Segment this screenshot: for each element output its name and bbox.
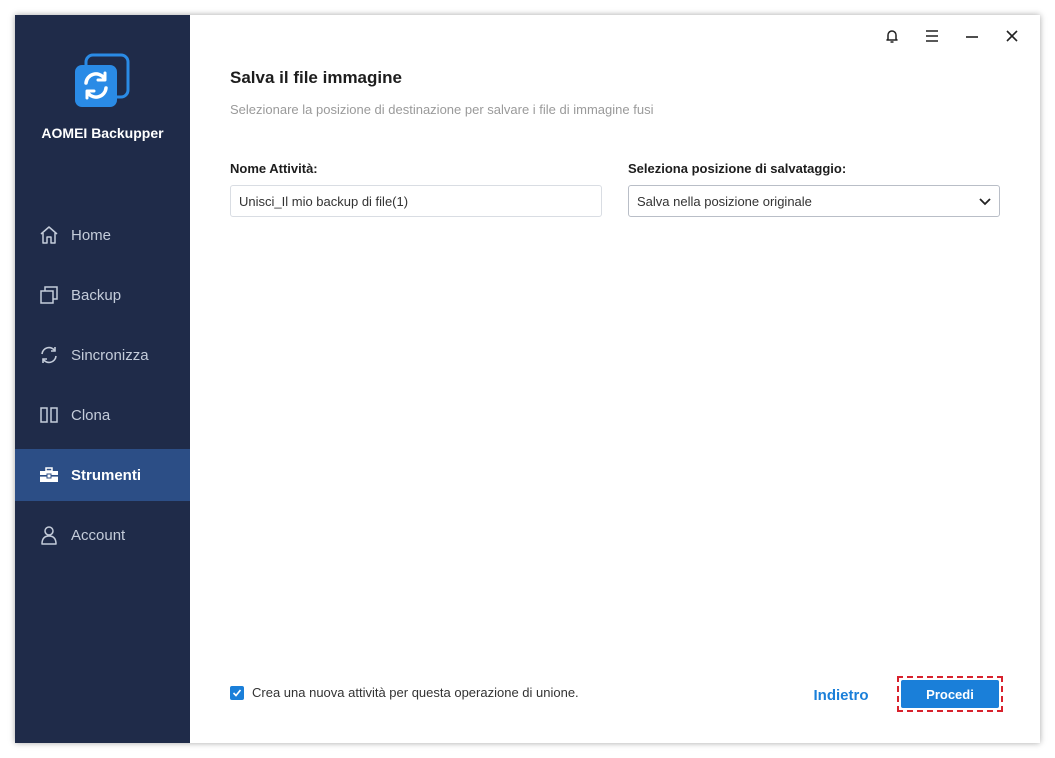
task-name-input[interactable] (230, 185, 602, 217)
main-panel: Salva il file immagine Selezionare la po… (190, 15, 1040, 743)
sidebar-item-clone[interactable]: Clona (15, 389, 190, 441)
sidebar-item-sync[interactable]: Sincronizza (15, 329, 190, 381)
save-location-label: Seleziona posizione di salvataggio: (628, 161, 847, 176)
sidebar-item-label: Backup (71, 286, 122, 304)
chevron-down-icon (979, 194, 991, 209)
page-title: Salva il file immagine (230, 68, 402, 87)
proceed-button[interactable]: Procedi (901, 680, 999, 708)
clone-icon (38, 404, 60, 426)
menu-icon[interactable] (916, 25, 948, 47)
bell-icon[interactable] (876, 25, 908, 47)
home-icon (38, 224, 60, 246)
new-task-option: Crea una nuova attività per questa opera… (230, 685, 579, 700)
task-name-label: Nome Attività: (230, 161, 318, 176)
window-controls (876, 25, 1028, 47)
backup-icon (38, 284, 60, 306)
sidebar-item-label: Clona (71, 406, 111, 424)
close-icon[interactable] (996, 25, 1028, 47)
new-task-checkbox[interactable] (230, 685, 244, 700)
sidebar-item-backup[interactable]: Backup (15, 269, 190, 321)
back-button[interactable]: Indietro (798, 685, 884, 707)
sidebar-item-home[interactable]: Home (15, 209, 190, 261)
app-logo-icon (72, 53, 132, 113)
save-location-select[interactable]: Salva nella posizione originale (628, 185, 1000, 217)
save-location-value: Salva nella posizione originale (637, 193, 812, 209)
app-name: AOMEI Backupper (41, 125, 164, 141)
sidebar-item-label: Strumenti (71, 466, 142, 484)
checkmark-icon (232, 688, 242, 697)
sync-icon (38, 344, 60, 366)
new-task-checkbox-label: Crea una nuova attività per questa opera… (252, 685, 579, 700)
sidebar-item-label: Account (71, 526, 126, 544)
page-subtitle: Selezionare la posizione di destinazione… (230, 102, 654, 117)
sidebar-item-tools[interactable]: Strumenti (15, 449, 190, 501)
minimize-icon[interactable] (956, 25, 988, 47)
sidebar-item-account[interactable]: Account (15, 509, 190, 561)
sidebar-item-label: Sincronizza (71, 346, 149, 364)
sidebar-item-label: Home (71, 226, 112, 244)
proceed-highlight: Procedi (897, 676, 1003, 712)
app-window: AOMEI Backupper Home Backup Sincronizza … (15, 15, 1040, 743)
user-icon (38, 524, 60, 546)
toolbox-icon (38, 464, 60, 486)
sidebar: AOMEI Backupper Home Backup Sincronizza … (15, 15, 190, 743)
